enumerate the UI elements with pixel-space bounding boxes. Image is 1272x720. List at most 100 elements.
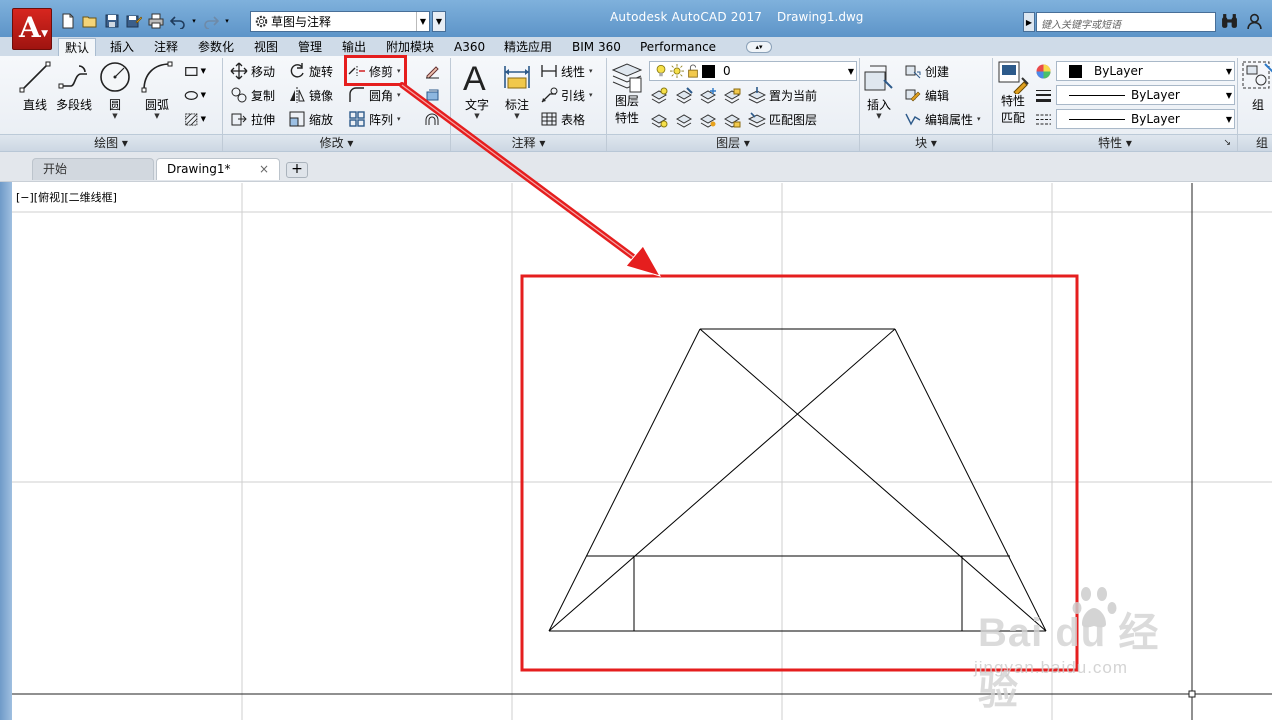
explode-button[interactable] <box>424 85 446 105</box>
fillet-button[interactable]: 圆角 ▾ <box>348 85 401 105</box>
chevron-down-icon[interactable]: ▾ <box>589 67 593 75</box>
chevron-down-icon[interactable]: ▼ <box>514 113 519 120</box>
block-panel-title[interactable]: 块 ▾ <box>860 134 992 151</box>
undo-dropdown-icon[interactable]: ▾ <box>190 12 198 31</box>
tab-manage[interactable]: 管理 <box>292 38 328 56</box>
hatch-tool[interactable]: ▼ <box>184 85 206 105</box>
line-button[interactable]: 直线 <box>18 60 52 113</box>
array-button[interactable]: 阵列 ▾ <box>348 109 401 129</box>
layer-tool-thaw[interactable] <box>700 109 722 129</box>
set-current-button[interactable]: 置为当前 <box>748 85 817 105</box>
new-tab-button[interactable]: + <box>286 162 308 178</box>
annotation-panel-title[interactable]: 注释 ▾ <box>451 134 606 151</box>
print-icon[interactable] <box>146 12 165 31</box>
linetype-dropdown[interactable]: ByLayer ▼ <box>1056 109 1235 129</box>
drawing-tab[interactable]: Drawing1* × <box>156 158 280 180</box>
redo-icon[interactable] <box>201 12 220 31</box>
table-button[interactable]: 表格 <box>540 109 585 129</box>
boundary-tool[interactable]: ▼ <box>184 109 206 129</box>
customize-qat-button[interactable]: ▼ <box>432 11 446 32</box>
start-tab[interactable]: 开始 <box>32 158 154 180</box>
layer-dropdown[interactable]: 0 ▼ <box>649 61 857 81</box>
workspace-dropdown[interactable]: 草图与注释 ▼ <box>250 11 430 32</box>
layers-panel-title[interactable]: 图层 ▾ <box>607 134 859 151</box>
draw-panel-title[interactable]: 绘图 ▾ <box>0 134 222 151</box>
dimension-button[interactable]: 标注 ▼ <box>500 60 534 120</box>
save-icon[interactable] <box>102 12 121 31</box>
save-as-icon[interactable] <box>124 12 143 31</box>
lineweight-dropdown[interactable]: ByLayer ▼ <box>1056 85 1235 105</box>
tab-parametric[interactable]: 参数化 <box>192 38 240 56</box>
drawing-canvas[interactable]: [−][俯视][二维线框] <box>12 183 1272 720</box>
erase-button[interactable] <box>424 61 446 81</box>
tab-output[interactable]: 输出 <box>336 38 372 56</box>
open-folder-icon[interactable] <box>80 12 99 31</box>
tab-insert[interactable]: 插入 <box>104 38 140 56</box>
match-properties-button[interactable]: 特性 匹配 <box>996 60 1030 126</box>
application-menu-button[interactable]: A ▼ <box>12 8 52 50</box>
leader-button[interactable]: 引线 ▾ <box>540 85 593 105</box>
edit-block-button[interactable]: 编辑 <box>904 85 949 105</box>
match-layer-button[interactable]: 匹配图层 <box>748 109 817 129</box>
search-expand-button[interactable]: ▶ <box>1023 12 1035 32</box>
tab-addins[interactable]: 附加模块 <box>380 38 440 56</box>
properties-panel-title[interactable]: 特性 ▾ ↘ <box>993 134 1237 151</box>
polyline-button[interactable]: 多段线 <box>56 60 92 113</box>
insert-block-button[interactable]: 插入 ▼ <box>862 60 896 120</box>
layer-tool-freeze[interactable] <box>700 85 722 105</box>
layer-tool-unisolate[interactable] <box>676 109 698 129</box>
chevron-down-icon[interactable]: ▾ <box>397 67 401 75</box>
text-button[interactable]: A 文字 ▼ <box>460 60 494 120</box>
tab-default[interactable]: 默认 <box>58 38 97 56</box>
chevron-down-icon[interactable]: ▾ <box>589 91 593 99</box>
undo-icon[interactable] <box>168 12 187 31</box>
layer-tool-lock[interactable] <box>724 85 746 105</box>
lineweight-button[interactable] <box>1035 85 1057 105</box>
group-panel-title[interactable]: 组 <box>1238 134 1272 151</box>
stretch-button[interactable]: 拉伸 <box>230 109 275 129</box>
layer-tool-on[interactable] <box>651 109 673 129</box>
create-block-button[interactable]: 创建 <box>904 61 949 81</box>
tab-view[interactable]: 视图 <box>248 38 284 56</box>
drawing-geometry[interactable] <box>548 328 1047 632</box>
new-file-icon[interactable] <box>58 12 77 31</box>
redo-dropdown-icon[interactable]: ▾ <box>223 12 231 31</box>
tab-featured-apps[interactable]: 精选应用 <box>498 38 558 56</box>
chevron-down-icon[interactable]: ▾ <box>397 91 401 99</box>
layer-tool-off[interactable] <box>651 85 673 105</box>
chevron-down-icon[interactable]: ▼ <box>474 113 479 120</box>
trim-button[interactable]: 修剪 ▾ <box>348 61 401 81</box>
ribbon-minimize-toggle[interactable]: ▴▾ <box>746 41 772 53</box>
arc-button[interactable]: 圆弧 ▼ <box>140 60 174 120</box>
scale-button[interactable]: 缩放 <box>288 109 333 129</box>
tab-performance[interactable]: Performance <box>634 38 722 56</box>
group-button[interactable]: 组 <box>1241 60 1272 113</box>
offset-button[interactable] <box>424 109 446 129</box>
chevron-down-icon[interactable]: ▼ <box>154 113 159 120</box>
layer-tool-isolate[interactable] <box>676 85 698 105</box>
edit-attributes-button[interactable]: 编辑属性 ▾ <box>904 109 981 129</box>
chevron-down-icon[interactable]: ▾ <box>397 115 401 123</box>
chevron-down-icon[interactable]: ▼ <box>112 113 117 120</box>
chevron-down-icon[interactable]: ▾ <box>977 115 981 123</box>
binoculars-icon[interactable] <box>1220 12 1239 31</box>
layer-properties-button[interactable]: 图层 特性 <box>610 60 644 126</box>
rectangle-tool[interactable]: ▼ <box>184 61 206 81</box>
linetype-button[interactable] <box>1035 109 1057 129</box>
mirror-button[interactable]: 镜像 <box>288 85 333 105</box>
move-button[interactable]: 移动 <box>230 61 275 81</box>
search-input[interactable]: 键入关键字或短语 <box>1036 12 1216 32</box>
tab-annotate[interactable]: 注释 <box>148 38 184 56</box>
circle-button[interactable]: 圆 ▼ <box>98 60 132 120</box>
color-wheel-button[interactable] <box>1035 61 1057 81</box>
panel-launcher-icon[interactable]: ↘ <box>1223 135 1231 151</box>
rotate-button[interactable]: 旋转 <box>288 61 333 81</box>
tab-a360[interactable]: A360 <box>448 38 491 56</box>
copy-button[interactable]: 复制 <box>230 85 275 105</box>
user-icon[interactable] <box>1245 12 1264 31</box>
viewport-controls[interactable]: [−][俯视][二维线框] <box>16 189 117 205</box>
chevron-down-icon[interactable]: ▼ <box>876 113 881 120</box>
close-icon[interactable]: × <box>259 159 269 179</box>
linear-button[interactable]: 线性 ▾ <box>540 61 593 81</box>
modify-panel-title[interactable]: 修改 ▾ <box>223 134 450 151</box>
